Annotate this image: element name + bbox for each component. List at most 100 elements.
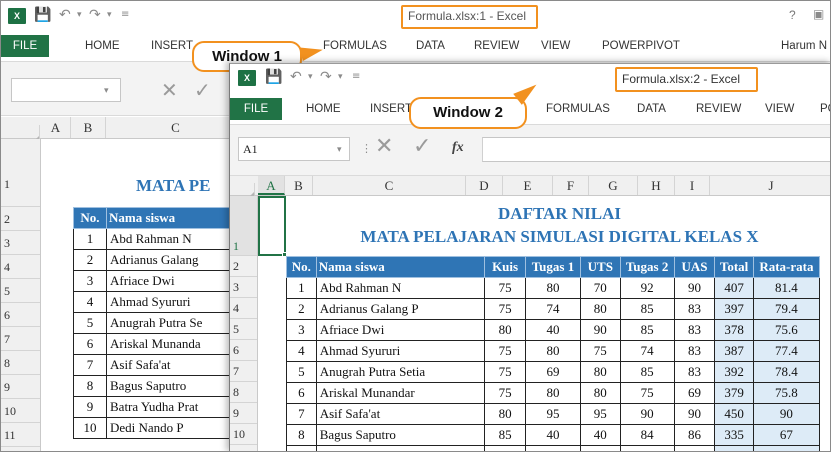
tab-powerpivot[interactable]: PO [820, 98, 830, 120]
enter-icon[interactable]: ✓ [194, 79, 211, 101]
table-cell[interactable]: 80 [524, 340, 581, 362]
table-cell[interactable]: Abd Rahman N [315, 277, 486, 299]
table-cell[interactable]: 6 [286, 382, 317, 404]
table-cell[interactable]: 398 [714, 445, 754, 451]
row-header[interactable]: 2 [1, 207, 40, 231]
column-header-e[interactable]: E [503, 176, 553, 195]
table-cell[interactable]: 85 [619, 298, 675, 320]
redo-dropdown-icon[interactable]: ▾ [338, 69, 343, 85]
header-nama-siswa[interactable]: Nama siswa [315, 256, 486, 278]
header-kuis[interactable]: Kuis [484, 256, 526, 278]
table-cell[interactable]: 80 [484, 403, 526, 425]
undo-dropdown-icon[interactable]: ▾ [77, 7, 82, 23]
table-cell[interactable]: 450 [714, 403, 754, 425]
table-cell[interactable]: 70 [524, 445, 581, 451]
tab-view[interactable]: VIEW [541, 35, 570, 57]
table-cell[interactable]: 3 [73, 270, 107, 292]
tab-powerpivot[interactable]: POWERPIVOT [602, 35, 680, 57]
table-cell[interactable]: 5 [73, 312, 107, 334]
table-cell[interactable]: 83 [673, 298, 716, 320]
table-cell[interactable]: 75 [484, 277, 526, 299]
customize-qat-icon[interactable]: ≡ [352, 69, 360, 85]
table-cell[interactable]: 335 [714, 424, 754, 446]
tab-insert[interactable]: INSERT [370, 98, 412, 120]
enter-icon[interactable]: ✓ [413, 136, 431, 158]
row-header[interactable]: 3 [230, 277, 257, 298]
table-cell[interactable]: 81.4 [752, 277, 821, 299]
column-header-c[interactable]: C [313, 176, 466, 195]
table-cell[interactable]: 378 [714, 319, 754, 341]
row-header[interactable]: 3 [1, 231, 40, 255]
table-cell[interactable]: 90 [619, 403, 675, 425]
tab-file[interactable]: FILE [1, 35, 49, 57]
ribbon-display-icon[interactable]: ▣ [813, 6, 824, 22]
table-cell[interactable]: 407 [714, 277, 754, 299]
table-cell[interactable]: 75.6 [752, 319, 821, 341]
table-cell[interactable]: 86 [673, 424, 716, 446]
tab-data[interactable]: DATA [416, 35, 445, 57]
table-cell[interactable]: 75 [619, 382, 675, 404]
table-cell[interactable]: 69 [673, 382, 716, 404]
fx-icon[interactable]: fx [452, 137, 464, 159]
table-cell[interactable]: 80 [484, 319, 526, 341]
table-cell[interactable]: 95 [524, 403, 581, 425]
row-header[interactable]: 4 [1, 255, 40, 279]
row-header[interactable]: 9 [230, 403, 257, 424]
table-cell[interactable]: 85 [619, 361, 675, 383]
table-cell[interactable]: 9 [73, 396, 107, 418]
table-cell[interactable]: 3 [286, 319, 317, 341]
selected-cell-a1[interactable] [258, 196, 286, 256]
row-header[interactable]: 11 [230, 445, 257, 451]
table-cell[interactable]: Anugrah Putra Setia [315, 361, 486, 383]
column-header-j[interactable]: J [710, 176, 830, 195]
header-total[interactable]: Total [714, 256, 754, 278]
table-cell[interactable]: Afriace Dwi [315, 319, 486, 341]
table-cell[interactable]: 78.4 [752, 361, 821, 383]
column-header-f[interactable]: F [553, 176, 589, 195]
redo-icon[interactable]: ↷ [89, 7, 101, 23]
table-cell[interactable]: 69 [524, 361, 581, 383]
table-cell[interactable]: Adrianus Galang P [315, 298, 486, 320]
table-cell[interactable]: 8 [286, 424, 317, 446]
tab-view[interactable]: VIEW [765, 98, 794, 120]
row-header[interactable]: 11 [1, 423, 40, 447]
redo-icon[interactable]: ↷ [320, 69, 332, 85]
table-cell[interactable]: 70 [579, 277, 621, 299]
help-button[interactable]: ? [789, 8, 796, 22]
table-cell[interactable]: 387 [714, 340, 754, 362]
header-uas[interactable]: UAS [673, 256, 716, 278]
table-cell[interactable]: 80 [579, 298, 621, 320]
cancel-icon[interactable]: ✕ [375, 136, 393, 158]
table-cell[interactable]: 40 [579, 424, 621, 446]
table-cell[interactable]: 92 [619, 277, 675, 299]
save-icon[interactable]: 💾 [265, 69, 282, 85]
table-cell[interactable]: 75 [484, 298, 526, 320]
header-rata-rata[interactable]: Rata-rata [752, 256, 821, 278]
tab-data[interactable]: DATA [637, 98, 666, 120]
row-header[interactable]: 5 [230, 319, 257, 340]
table-cell[interactable]: 1 [286, 277, 317, 299]
table-cell[interactable]: 79.6 [752, 445, 821, 451]
table-cell[interactable]: 40 [524, 319, 581, 341]
tab-file[interactable]: FILE [230, 98, 282, 120]
table-cell[interactable]: 7 [286, 403, 317, 425]
row-header[interactable]: 6 [230, 340, 257, 361]
row-header[interactable]: 9 [1, 375, 40, 399]
row-header[interactable]: 10 [1, 399, 40, 423]
table-cell[interactable]: 67 [752, 424, 821, 446]
column-header-d[interactable]: D [466, 176, 503, 195]
table-cell[interactable]: 2 [286, 298, 317, 320]
table-cell[interactable]: 74 [524, 298, 581, 320]
row-header[interactable]: 5 [1, 279, 40, 303]
table-cell[interactable]: Bagus Saputro [315, 424, 486, 446]
save-icon[interactable]: 💾 [34, 7, 51, 23]
undo-dropdown-icon[interactable]: ▾ [308, 69, 313, 85]
tab-review[interactable]: REVIEW [474, 35, 519, 57]
row-header[interactable]: 1 [1, 139, 40, 207]
column-header-b[interactable]: B [71, 117, 106, 138]
cancel-icon[interactable]: ✕ [161, 79, 178, 101]
table-cell[interactable]: 90 [673, 277, 716, 299]
row-header[interactable]: 7 [230, 361, 257, 382]
table-cell[interactable]: 75 [484, 340, 526, 362]
table-cell[interactable]: 9 [286, 445, 317, 451]
